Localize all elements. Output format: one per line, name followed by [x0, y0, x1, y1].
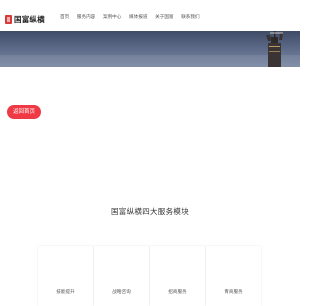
main-nav: 首页 服务内容 案例中心 媒体报道 关于国富 联系我们 [60, 14, 207, 20]
hero-banner [0, 31, 300, 67]
nav-item-home[interactable]: 首页 [60, 14, 69, 20]
service-cards: 技能提升 战略咨询 招商服务 青商服务 [38, 246, 262, 306]
nav-item-about[interactable]: 关于国富 [155, 14, 173, 20]
nav-item-services[interactable]: 服务内容 [77, 14, 95, 20]
card-label: 战略咨询 [112, 290, 131, 295]
service-card-youth[interactable]: 青商服务 [206, 246, 261, 306]
card-label: 招商服务 [168, 290, 187, 295]
nav-item-media[interactable]: 媒体报道 [129, 14, 147, 20]
skyline-illustration [0, 31, 300, 67]
service-card-skills[interactable]: 技能提升 [38, 246, 93, 306]
service-card-strategy[interactable]: 战略咨询 [94, 246, 149, 306]
card-label: 技能提升 [56, 290, 75, 295]
services-title: 国富纵横四大服务模块 [111, 207, 189, 216]
site-header: 国富纵横 首页 服务内容 案例中心 媒体报道 关于国富 联系我们 [0, 0, 300, 31]
service-card-investment[interactable]: 招商服务 [150, 246, 205, 306]
site-logo[interactable]: 国富纵横 [5, 13, 45, 25]
logo-text: 国富纵横 [14, 14, 45, 24]
logo-mark-icon [5, 14, 12, 24]
card-label: 青商服务 [224, 290, 243, 295]
nav-item-cases[interactable]: 案例中心 [103, 14, 121, 20]
nav-item-contact[interactable]: 联系我们 [181, 14, 199, 20]
back-home-button[interactable]: 返回首页 [7, 105, 41, 119]
